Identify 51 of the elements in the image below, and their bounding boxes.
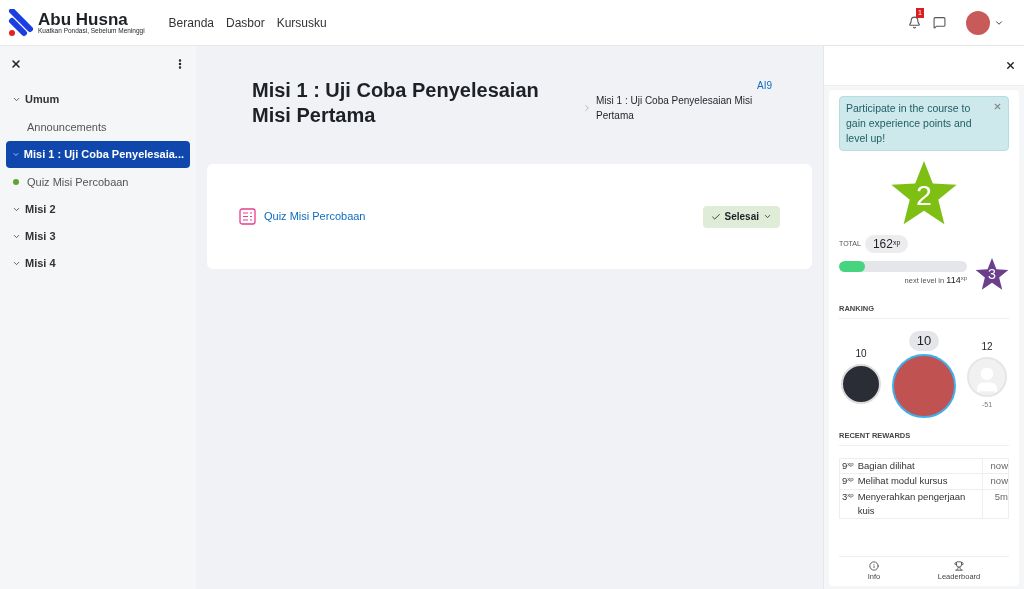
notification-icon[interactable] [908,16,921,29]
reward-time: now [982,473,1009,489]
avatar-photo-placeholder [841,363,881,404]
chevron-icon [12,205,21,214]
next-level-badge: 3 [975,257,1009,291]
reward-description: Melihat modul kursus [857,473,983,489]
section-item[interactable]: Misi 4 [6,250,190,277]
reward-time: 5m [982,489,1009,519]
rank-number: 10 [908,331,940,351]
reward-time: now [982,458,1009,474]
trophy-icon [954,560,964,571]
reward-xp: 9$^{xp}$ [839,473,858,489]
nav-link[interactable]: Beranda [168,13,214,32]
activity-link[interactable]: Quiz Misi Percobaan [264,208,366,225]
rank-number: 12 [981,339,993,354]
chevron-icon [12,232,21,241]
logo-icon [8,8,34,37]
section-item[interactable]: Misi 3 [6,223,190,250]
section-item[interactable]: Umum [6,86,190,113]
breadcrumb-item: Misi 1 : Uji Coba Penyelesaian Misi Pertama [596,94,754,123]
quiz-icon [239,208,256,225]
brand-name: Abu Husna [38,10,128,28]
close-icon[interactable] [10,58,22,70]
total-xp: 162$^{xp}$ [864,235,909,253]
message-icon[interactable] [933,16,946,29]
reward-description: Bagian dilihat [857,458,983,474]
dismiss-icon[interactable] [993,102,1002,111]
nav-link[interactable]: Kursusku [276,13,327,32]
section-item[interactable]: Misi 1 : Uji Coba Penyelesaia... [6,141,190,168]
activity-item[interactable]: Quiz Misi Percobaan [6,168,190,196]
close-icon[interactable] [1005,60,1016,71]
activity-item[interactable]: Announcements [6,113,190,141]
info-alert: Participate in the course to gain experience points and level up! [839,96,1009,151]
breadcrumb-separator-icon [582,103,592,113]
user-avatar[interactable] [966,10,990,35]
reward-xp: 9$^{xp}$ [839,458,858,474]
nav-link[interactable]: Dasbor [226,13,265,32]
completion-button[interactable]: Selesai [702,205,780,228]
reward-description: Menyerahkan pengerjaan kuis [857,489,983,519]
breadcrumb-link[interactable]: AI9 [757,78,772,93]
level-badge: 2 [890,159,958,227]
info-icon [869,560,879,571]
reward-xp: 3$^{xp}$ [839,489,858,519]
page-title: Misi 1 : Uji Coba Penyelesaian Misi Pertama [252,78,540,128]
chevron-icon [12,150,20,159]
chevron-icon [12,259,21,268]
rank-number: 10 [855,346,867,361]
caret-icon [763,212,772,221]
chevron-icon [12,95,21,104]
check-icon [710,211,721,222]
section-item[interactable]: Misi 2 [6,196,190,223]
